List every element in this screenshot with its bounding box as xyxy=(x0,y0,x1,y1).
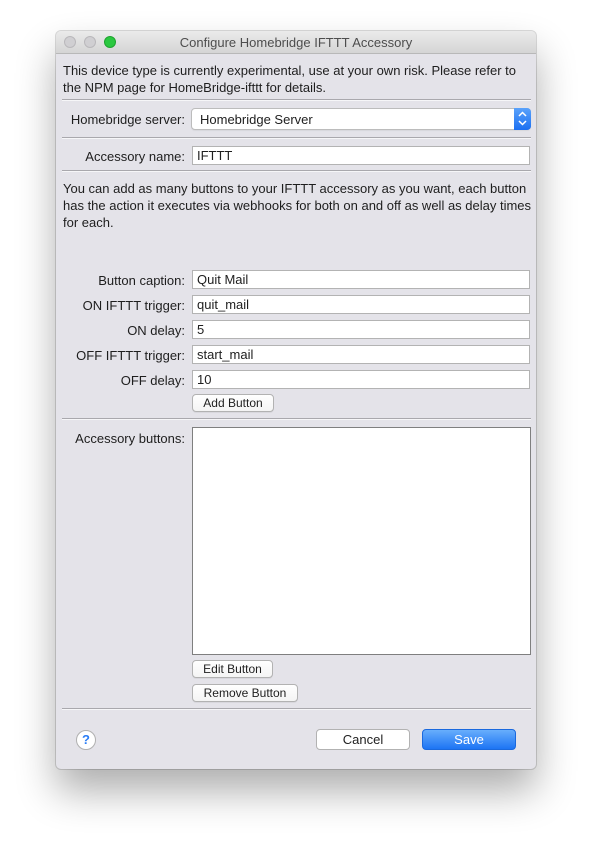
experimental-warning-text: This device type is currently experiment… xyxy=(63,63,517,95)
separator xyxy=(62,170,531,172)
on-delay-input[interactable] xyxy=(192,320,530,339)
button-caption-input[interactable] xyxy=(192,270,530,289)
off-trigger-label: OFF IFTTT trigger: xyxy=(76,348,185,363)
remove-button[interactable]: Remove Button xyxy=(192,684,298,702)
server-select-value: Homebridge Server xyxy=(200,112,313,127)
accessory-name-label: Accessory name: xyxy=(85,149,185,164)
save-button[interactable]: Save xyxy=(422,729,516,750)
buttons-help-text: You can add as many buttons to your IFTT… xyxy=(63,181,532,230)
add-button[interactable]: Add Button xyxy=(192,394,274,412)
dialog-window: Configure Homebridge IFTTT Accessory Thi… xyxy=(56,31,536,769)
server-label: Homebridge server: xyxy=(70,112,185,127)
select-stepper-icon xyxy=(514,108,531,130)
accessory-buttons-list[interactable] xyxy=(192,427,531,655)
off-delay-label: OFF delay: xyxy=(120,373,185,388)
off-trigger-input[interactable] xyxy=(192,345,530,364)
separator xyxy=(62,137,531,139)
edit-button[interactable]: Edit Button xyxy=(192,660,273,678)
on-delay-label: ON delay: xyxy=(127,323,185,338)
separator xyxy=(62,99,531,101)
on-trigger-input[interactable] xyxy=(192,295,530,314)
accessory-name-input[interactable] xyxy=(192,146,530,165)
separator xyxy=(62,708,531,710)
cancel-button[interactable]: Cancel xyxy=(316,729,410,750)
server-select[interactable]: Homebridge Server xyxy=(191,108,531,130)
window-title: Configure Homebridge IFTTT Accessory xyxy=(179,35,413,50)
separator xyxy=(62,418,531,420)
button-caption-label: Button caption: xyxy=(98,273,185,288)
off-delay-input[interactable] xyxy=(192,370,530,389)
help-button[interactable]: ? xyxy=(76,730,96,750)
on-trigger-label: ON IFTTT trigger: xyxy=(82,298,185,313)
accessory-buttons-label: Accessory buttons: xyxy=(75,431,185,446)
title-bar[interactable]: Configure Homebridge IFTTT Accessory xyxy=(56,31,536,54)
